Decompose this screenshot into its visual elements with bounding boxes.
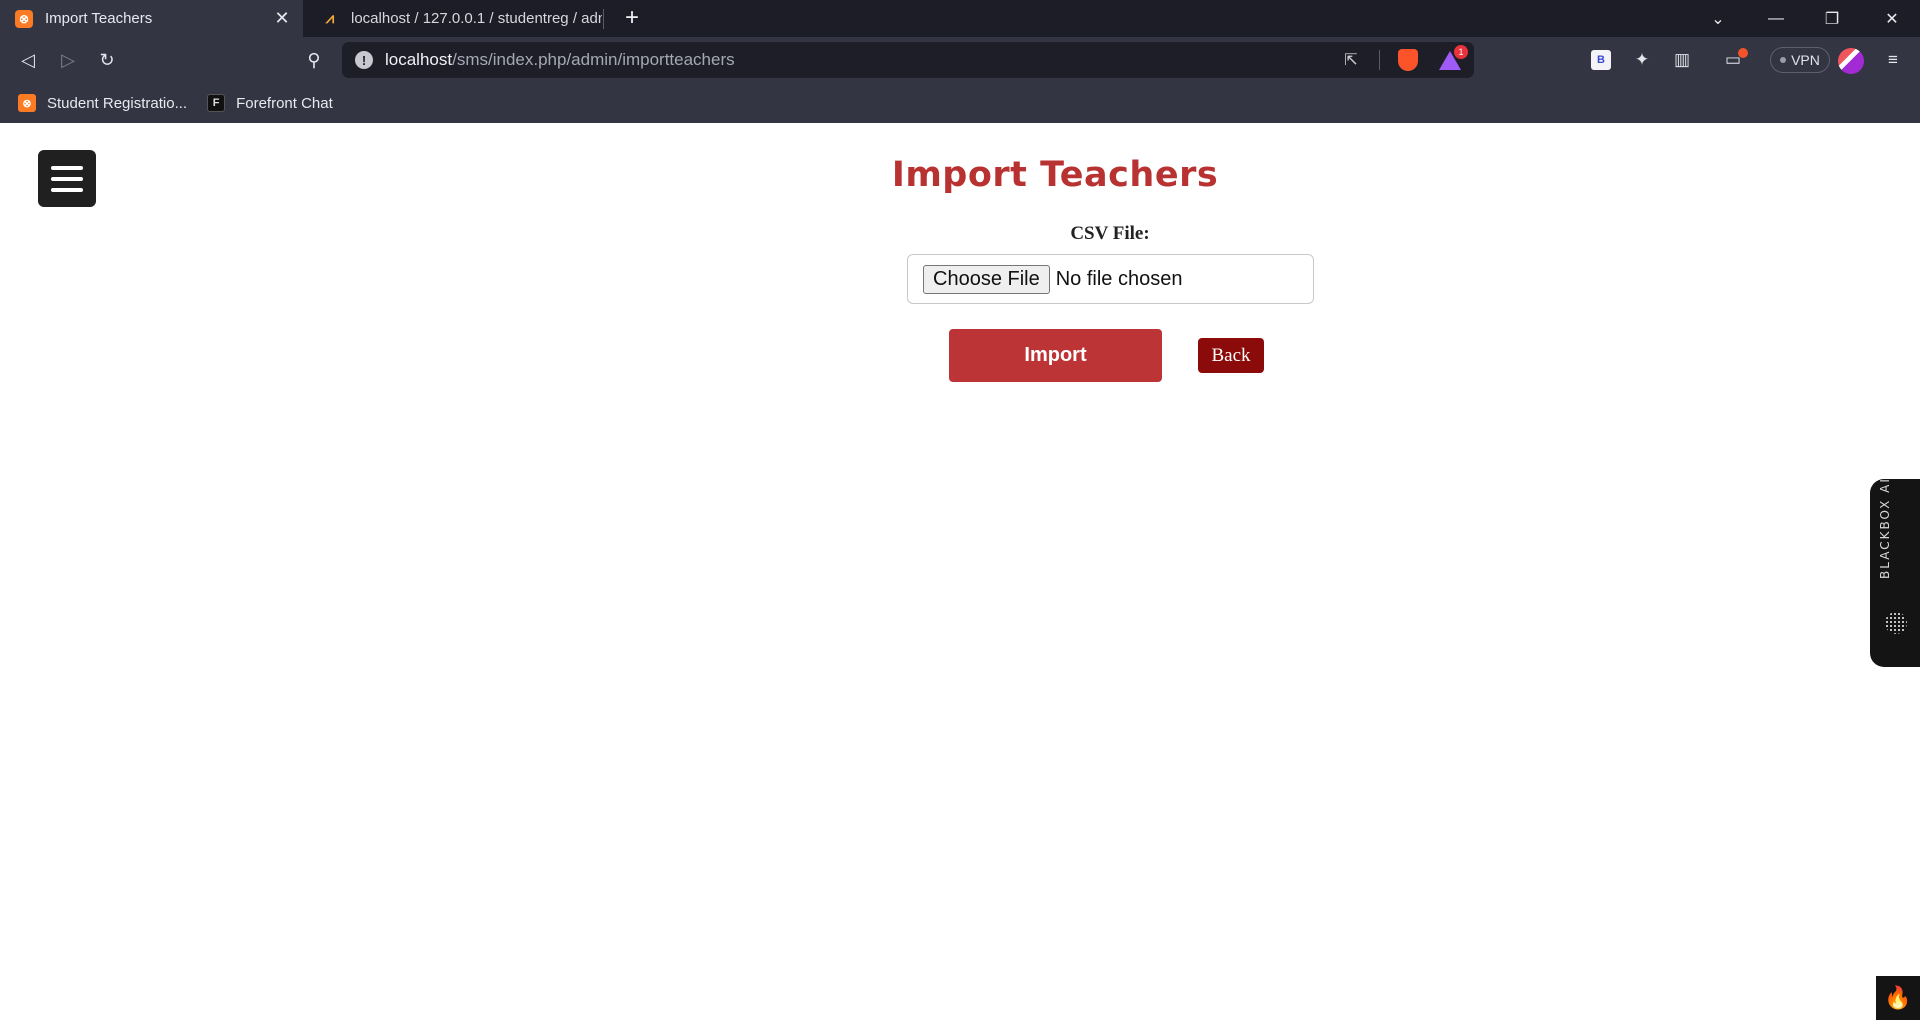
page-content: Import Teachers CSV File: Choose File No… <box>0 123 1920 1020</box>
rewards-badge: 1 <box>1454 45 1468 59</box>
bookmark-forefront-chat[interactable]: F Forefront Chat <box>207 94 333 112</box>
tab-strip: ⊗ Import Teachers ✕ ⩘ localhost / 127.0.… <box>0 0 1920 37</box>
tab-import-teachers[interactable]: ⊗ Import Teachers ✕ <box>0 0 303 37</box>
back-nav-icon[interactable]: ◁ <box>13 45 43 75</box>
tab-title: localhost / 127.0.0.1 / studentreg / adm <box>351 10 602 27</box>
brave-shields-icon[interactable] <box>1394 46 1422 74</box>
browser-toolbar: ◁ ▷ ↻ ⚲ ! localhost /sms/index.php/admin… <box>0 37 1920 83</box>
close-window-button[interactable]: ✕ <box>1864 0 1920 37</box>
import-button[interactable]: Import <box>949 329 1162 382</box>
url-host: localhost <box>385 50 453 69</box>
reload-icon[interactable]: ↻ <box>92 45 122 75</box>
tab-separator <box>603 9 604 29</box>
flame-icon[interactable]: 🔥 <box>1876 976 1920 1020</box>
bookmark-student-registration[interactable]: ⊗ Student Registratio... <box>18 94 187 112</box>
csv-file-input[interactable]: Choose File No file chosen <box>907 254 1314 304</box>
url-path: /sms/index.php/admin/importteachers <box>452 50 735 69</box>
share-icon[interactable]: ⇱ <box>1337 46 1365 74</box>
blackbox-ai-widget[interactable]: BLACKBOX AI <box>1870 477 1920 667</box>
tab-phpmyadmin[interactable]: ⩘ localhost / 127.0.0.1 / studentreg / a… <box>306 0 602 37</box>
address-bar[interactable]: ! localhost /sms/index.php/admin/importt… <box>342 42 1474 78</box>
sidebar-icon[interactable]: ▥ <box>1667 45 1697 75</box>
file-status-text: No file chosen <box>1055 267 1183 290</box>
close-tab-icon[interactable]: ✕ <box>271 8 293 30</box>
choose-file-button[interactable]: Choose File <box>923 264 1050 294</box>
xampp-icon: ⊗ <box>15 9 33 28</box>
csv-file-label: CSV File: <box>1070 223 1150 244</box>
vpn-button[interactable]: VPN <box>1770 47 1830 73</box>
brave-rewards-icon[interactable]: 1 <box>1436 45 1468 74</box>
xampp-icon: ⊗ <box>18 94 36 112</box>
blackbox-logo-icon <box>1885 612 1907 634</box>
restore-button[interactable]: ❐ <box>1804 0 1860 37</box>
tab-title: Import Teachers <box>45 10 153 27</box>
bookmark-icon[interactable]: ⚲ <box>299 45 329 75</box>
tab-search-chevron-icon[interactable]: ⌄ <box>1690 0 1746 37</box>
site-info-icon[interactable]: ! <box>355 51 373 69</box>
divider <box>1379 50 1380 70</box>
back-button[interactable]: Back <box>1198 338 1264 373</box>
menu-icon[interactable]: ≡ <box>1878 45 1908 75</box>
profile-avatar[interactable] <box>1838 48 1864 74</box>
extensions-puzzle-icon[interactable]: ✦ <box>1627 45 1657 75</box>
minimize-button[interactable]: — <box>1748 0 1804 37</box>
forefront-icon: F <box>207 94 226 112</box>
new-tab-button[interactable]: + <box>618 4 646 32</box>
blackbox-label: BLACKBOX AI <box>1878 477 1892 579</box>
phpmyadmin-icon: ⩘ <box>325 10 335 27</box>
forward-nav-icon[interactable]: ▷ <box>53 45 83 75</box>
wallet-icon[interactable]: ▭ <box>1718 45 1748 75</box>
page-title: Import Teachers <box>891 155 1219 195</box>
bookmarks-bar: ⊗ Student Registratio... F Forefront Cha… <box>0 83 1920 123</box>
extension-b-icon[interactable]: B <box>1586 45 1616 75</box>
